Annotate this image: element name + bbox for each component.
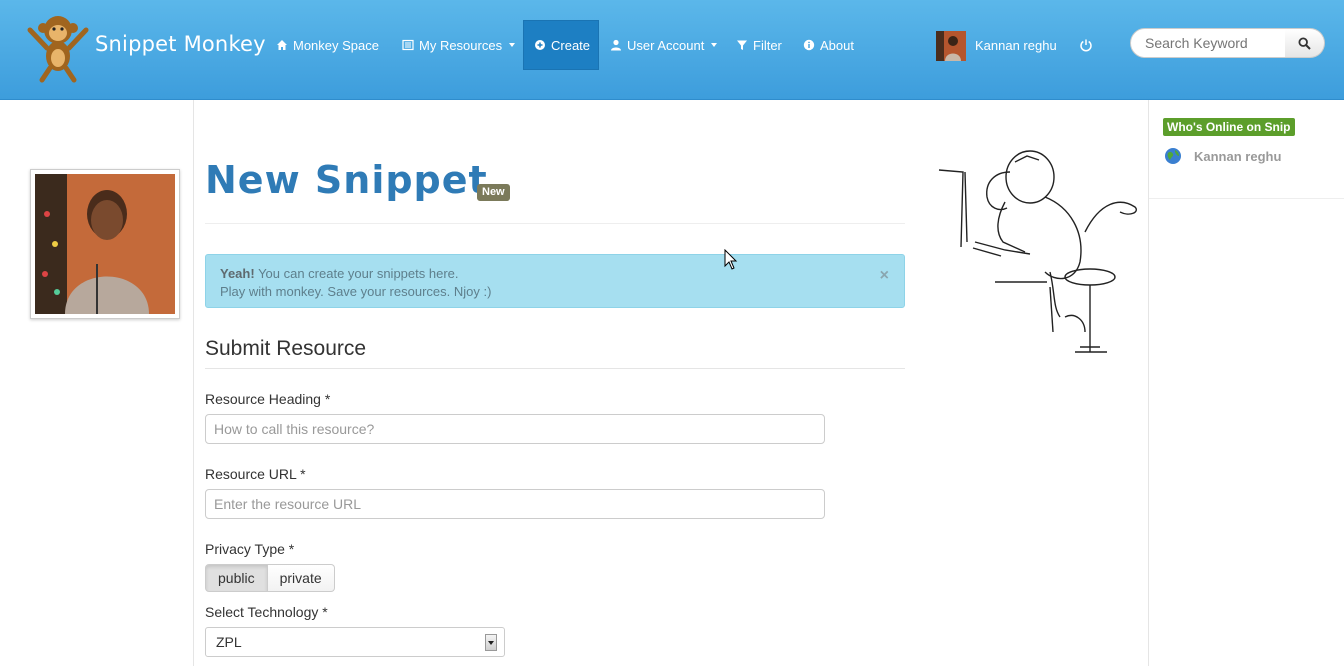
- profile-photo: [30, 169, 180, 319]
- mouse-cursor-icon: [724, 249, 738, 270]
- search-icon: [1298, 36, 1311, 50]
- privacy-toggle-group: public private: [205, 564, 335, 592]
- globe-icon: [1165, 148, 1181, 164]
- chevron-down-icon[interactable]: [485, 634, 497, 651]
- resource-heading-label: Resource Heading *: [205, 391, 331, 407]
- resource-heading-input[interactable]: [205, 414, 825, 444]
- select-technology-label: Select Technology *: [205, 604, 328, 620]
- new-badge: New: [477, 184, 510, 201]
- nav-about[interactable]: About: [803, 20, 854, 70]
- brand-name[interactable]: Snippet Monkey: [95, 32, 266, 56]
- sidebar-divider: [1149, 198, 1344, 199]
- nav-label: Filter: [753, 37, 782, 53]
- user-avatar[interactable]: [936, 31, 966, 61]
- nav-create[interactable]: Create: [523, 20, 599, 70]
- right-sidebar: [1148, 100, 1344, 666]
- nav-monkey-space[interactable]: Monkey Space: [276, 20, 379, 70]
- nav-my-resources[interactable]: My Resources: [402, 20, 516, 70]
- search-button[interactable]: [1285, 28, 1325, 58]
- online-user-name: Kannan reghu: [1194, 148, 1282, 164]
- technology-select-value: ZPL: [216, 634, 242, 650]
- nav-label: Monkey Space: [293, 37, 379, 53]
- nav-label: About: [820, 37, 854, 53]
- section-divider: [205, 368, 905, 369]
- chevron-down-icon: [509, 43, 516, 47]
- filter-icon: [736, 39, 748, 51]
- home-icon: [276, 39, 288, 51]
- close-icon[interactable]: ×: [880, 267, 889, 285]
- alert-line2: Play with monkey. Save your resources. N…: [220, 284, 492, 299]
- resource-url-label: Resource URL *: [205, 466, 306, 482]
- nav-filter[interactable]: Filter: [736, 20, 782, 70]
- alert-line1: You can create your snippets here.: [254, 266, 459, 281]
- nav-label: My Resources: [419, 37, 503, 53]
- privacy-type-label: Privacy Type *: [205, 541, 295, 557]
- top-navbar: Snippet Monkey Monkey Space My Resources…: [0, 0, 1344, 100]
- technology-select[interactable]: ZPL: [205, 627, 505, 657]
- monkey-logo-icon[interactable]: [22, 8, 94, 84]
- plus-circle-icon: [534, 39, 546, 51]
- nav-label: Create: [551, 37, 591, 53]
- whos-online-label: Who's Online on Snip: [1163, 118, 1295, 136]
- user-name[interactable]: Kannan reghu: [975, 38, 1057, 53]
- search-input[interactable]: [1130, 28, 1286, 58]
- online-user-item[interactable]: Kannan reghu: [1164, 147, 1281, 165]
- info-icon: [803, 39, 815, 51]
- alert-strong: Yeah!: [220, 266, 255, 281]
- left-column-divider: [193, 100, 194, 666]
- section-title: Submit Resource: [205, 337, 367, 360]
- nav-user-account[interactable]: User Account: [610, 20, 718, 70]
- profile-image: [35, 174, 175, 314]
- page-title: New Snippet: [205, 158, 488, 202]
- info-alert: Yeah! You can create your snippets here.…: [205, 254, 905, 308]
- resource-url-input[interactable]: [205, 489, 825, 519]
- list-icon: [402, 39, 414, 51]
- nav-label: User Account: [627, 37, 705, 53]
- user-icon: [610, 39, 622, 51]
- power-icon[interactable]: [1079, 38, 1093, 52]
- title-divider: [205, 223, 905, 224]
- privacy-private-button[interactable]: private: [267, 564, 335, 592]
- monkey-typing-illustration: [938, 150, 1137, 353]
- chevron-down-icon: [711, 43, 718, 47]
- privacy-public-button[interactable]: public: [205, 564, 268, 592]
